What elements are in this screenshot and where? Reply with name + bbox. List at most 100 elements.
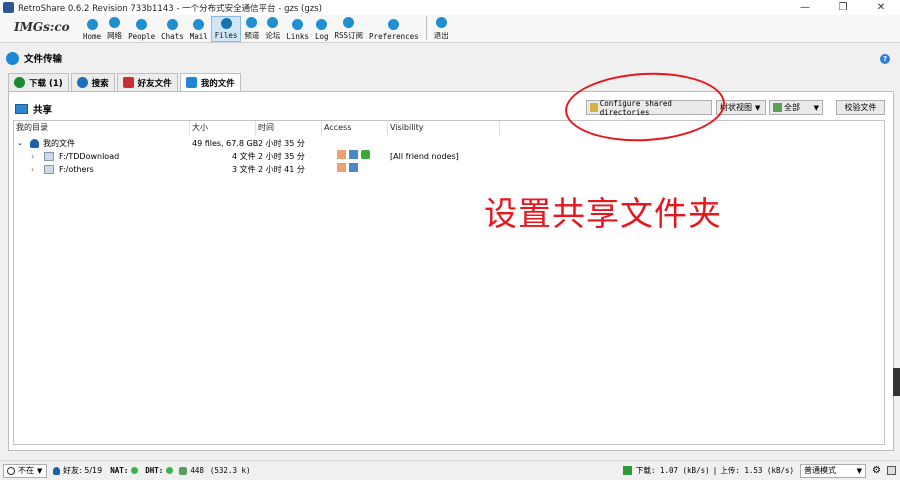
tab-download[interactable]: 下载 (1) xyxy=(8,73,69,91)
rss-icon xyxy=(343,17,355,28)
chevron-down-icon: ▼ xyxy=(37,466,43,475)
toolbar-files[interactable]: Files xyxy=(210,16,242,42)
rate-divider: | xyxy=(713,466,717,475)
column-header-time[interactable]: 时间 xyxy=(256,121,322,136)
my-files-icon xyxy=(185,77,197,88)
transfer-icon xyxy=(622,466,632,475)
toolbar-links[interactable]: Links xyxy=(283,16,312,42)
screen-icon[interactable] xyxy=(887,466,896,475)
access-browsable-icon[interactable] xyxy=(337,163,346,172)
search-icon xyxy=(76,77,88,88)
check-files-button[interactable]: 校验文件 xyxy=(836,100,885,115)
friends-files-icon xyxy=(122,77,134,88)
people-icon xyxy=(136,19,148,30)
clock-icon xyxy=(7,466,15,475)
scroll-handle[interactable] xyxy=(893,368,900,396)
toolbar-exit[interactable]: 退出 xyxy=(431,16,452,42)
window-controls: — ❐ ✕ xyxy=(786,0,900,15)
exit-icon xyxy=(435,17,447,28)
nat-label: NAT: xyxy=(110,466,129,475)
chevron-right-icon[interactable]: › xyxy=(31,150,34,163)
section-header: 文件传输 xyxy=(6,50,62,66)
expand-arrow-icon[interactable]: ⌄ xyxy=(17,137,23,150)
share-title: 共享 xyxy=(33,105,53,116)
toolbar-rss[interactable]: RSS订阅 xyxy=(332,16,367,42)
column-header-directory[interactable]: 我的目录 xyxy=(14,121,190,136)
toolbar-network[interactable]: 网络 xyxy=(104,16,125,42)
log-icon xyxy=(316,19,328,30)
filter-icon xyxy=(773,103,782,112)
toolbar-people[interactable]: People xyxy=(125,16,158,42)
folder-icon xyxy=(44,152,54,161)
gear-icon[interactable]: ⚙ xyxy=(872,465,881,476)
shared-files-tree[interactable]: 我的目录 大小 时间 Access Visibility ⌄ 我的文件 49 f… xyxy=(13,120,885,445)
annotation-text: 设置共享文件夹 xyxy=(484,194,722,233)
toolbar-separator xyxy=(425,16,427,40)
file-transfer-icon xyxy=(6,51,19,65)
toolbar-chats[interactable]: Chats xyxy=(158,16,187,42)
peers-icon xyxy=(179,466,188,475)
access-anonymous-icon[interactable] xyxy=(361,150,370,159)
download-rate: 下载: 1.07 (kB/s) xyxy=(635,466,710,475)
friends-count: 好友: 5/19 xyxy=(63,466,103,475)
tab-my-files[interactable]: 我的文件 xyxy=(179,73,241,91)
share-panel: 共享 Configure shared directories 树状视图 ▼ 全… xyxy=(8,91,894,451)
tab-friends-files[interactable]: 好友文件 xyxy=(116,73,178,91)
mode-dropdown[interactable]: 普通模式 ▼ xyxy=(800,463,867,478)
tree-row[interactable]: › F:/others 3 文件 2 小时 41 分 xyxy=(14,163,504,176)
tab-search[interactable]: 搜索 xyxy=(70,73,115,91)
filter-dropdown[interactable]: 全部 ▼ xyxy=(769,100,823,115)
download-icon xyxy=(14,77,25,88)
access-browsable-icon[interactable] xyxy=(337,150,346,159)
main-toolbar: IMGs:co Home 网络 People Chats Mail Files … xyxy=(0,15,900,43)
upload-rate: 上传: 1.53 (kB/s) xyxy=(720,466,795,475)
home-icon xyxy=(86,19,98,30)
minimize-button[interactable]: — xyxy=(786,0,824,15)
network-icon xyxy=(109,17,121,28)
tree-row[interactable]: › F:/TDDownload 4 文件 2 小时 35 分 [All frie… xyxy=(14,150,504,163)
app-logo: IMGs:co xyxy=(14,20,70,34)
friends-icon xyxy=(53,466,60,475)
chevron-down-icon: ▼ xyxy=(813,103,819,112)
access-network-icon[interactable] xyxy=(349,163,358,172)
toolbar-forums[interactable]: 论坛 xyxy=(262,16,283,42)
gear-icon xyxy=(388,19,400,30)
dht-status-icon xyxy=(166,467,174,474)
section-title: 文件传输 xyxy=(24,54,63,65)
toolbar-preferences[interactable]: Preferences xyxy=(366,16,422,42)
chevron-down-icon: ▼ xyxy=(856,466,863,475)
status-bar: 不在 ▼ 好友: 5/19 NAT: DHT: 448 (532.3 k) 下载… xyxy=(0,460,900,480)
links-icon xyxy=(292,19,304,30)
toolbar-channels[interactable]: 频道 xyxy=(241,16,262,42)
channels-icon xyxy=(246,17,258,28)
access-network-icon[interactable] xyxy=(349,150,358,159)
maximize-button[interactable]: ❐ xyxy=(824,0,862,15)
user-icon xyxy=(30,139,39,148)
tree-row[interactable]: ⌄ 我的文件 49 files, 67.8 GB 2 小时 35 分 xyxy=(14,137,504,150)
help-icon[interactable]: ? xyxy=(880,54,890,64)
file-tabs: 下载 (1) 搜索 好友文件 我的文件 xyxy=(8,73,243,91)
online-status-dropdown[interactable]: 不在 ▼ xyxy=(3,463,47,478)
nat-status-icon xyxy=(131,467,139,474)
mail-icon xyxy=(193,19,205,30)
chevron-right-icon[interactable]: › xyxy=(31,163,34,176)
share-icon xyxy=(15,104,28,114)
chevron-down-icon: ▼ xyxy=(755,103,761,112)
column-header-access[interactable]: Access xyxy=(322,121,388,136)
title-bar: RetroShare 0.6.2 Revision 733b1143 - 一个分… xyxy=(0,0,900,15)
column-header-visibility[interactable]: Visibility xyxy=(388,121,500,136)
forums-icon xyxy=(267,17,279,28)
window-title: RetroShare 0.6.2 Revision 733b1143 - 一个分… xyxy=(18,3,322,14)
toolbar-home[interactable]: Home xyxy=(80,16,104,42)
peers-count: 448 xyxy=(190,466,204,475)
close-button[interactable]: ✕ xyxy=(862,0,900,15)
app-icon xyxy=(3,2,14,13)
column-header-size[interactable]: 大小 xyxy=(190,121,256,136)
chats-icon xyxy=(166,19,178,30)
folder-icon xyxy=(44,165,54,174)
toolbar-log[interactable]: Log xyxy=(312,16,332,42)
dht-label: DHT: xyxy=(145,466,164,475)
peers-size: (532.3 k) xyxy=(209,466,251,475)
toolbar-mail[interactable]: Mail xyxy=(187,16,211,42)
files-icon xyxy=(220,18,232,29)
